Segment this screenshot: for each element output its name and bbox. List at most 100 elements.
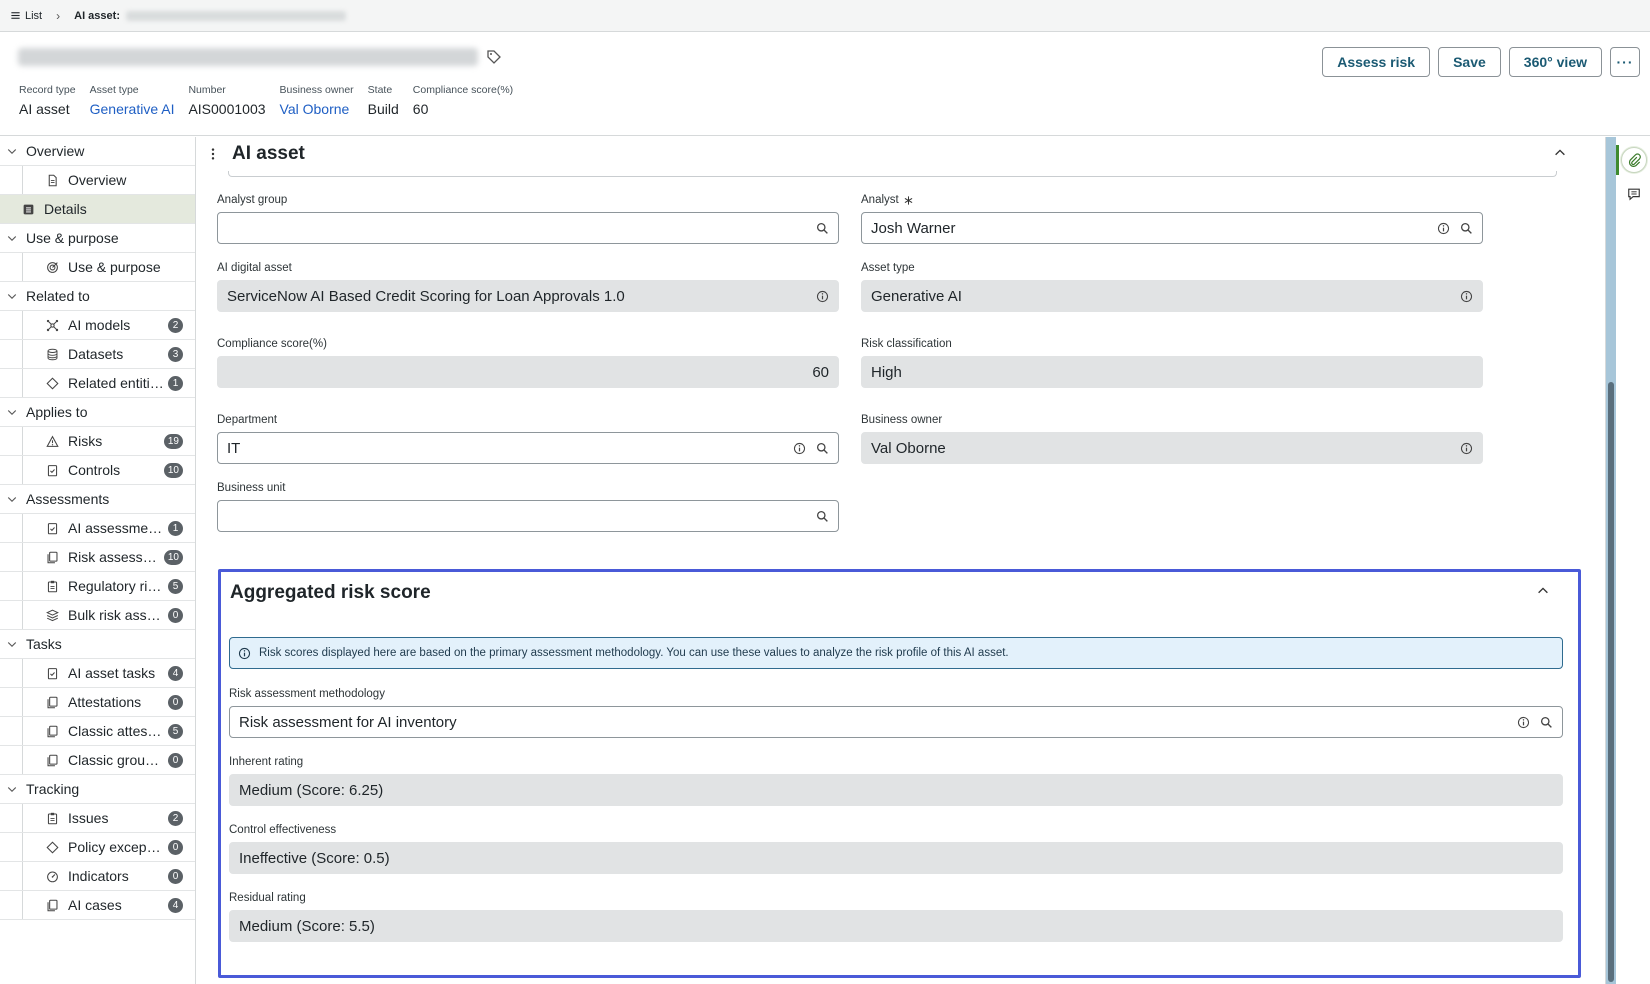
menu-icon bbox=[10, 10, 21, 21]
search-icon[interactable] bbox=[816, 222, 829, 235]
field-label: Control effectiveness bbox=[229, 824, 337, 836]
search-icon[interactable] bbox=[816, 510, 829, 523]
business-unit-input[interactable] bbox=[217, 500, 839, 532]
sidebar-item-policy-excepti[interactable]: Policy excepti... 0 bbox=[0, 833, 195, 862]
sidebar-group-applies-to[interactable]: Applies to bbox=[0, 398, 195, 427]
sidebar-group-tracking[interactable]: Tracking bbox=[0, 775, 195, 804]
meta-label: Asset type bbox=[89, 84, 139, 96]
sidebar-item-risk-assessm[interactable]: Risk assessm... 10 bbox=[0, 543, 195, 572]
nav-indent-line bbox=[22, 659, 23, 687]
sidebar-item-attestations[interactable]: Attestations 0 bbox=[0, 688, 195, 717]
search-icon[interactable] bbox=[1460, 222, 1473, 235]
field-label-row: Analyst bbox=[861, 193, 1483, 207]
info-icon[interactable] bbox=[1437, 222, 1450, 235]
main-scrollbar[interactable] bbox=[1606, 137, 1616, 984]
tag-icon[interactable] bbox=[486, 49, 502, 65]
copy-icon bbox=[46, 696, 59, 709]
nav-indent-line bbox=[22, 601, 23, 629]
checklist-icon bbox=[46, 522, 59, 535]
sidebar-item-label: Classic attesta... bbox=[68, 723, 164, 739]
count-badge: 2 bbox=[168, 317, 183, 333]
info-icon[interactable] bbox=[1460, 442, 1473, 455]
field-label: Business owner bbox=[861, 414, 943, 426]
more-actions-button[interactable]: ··· bbox=[1610, 47, 1640, 77]
field-label: Asset type bbox=[861, 262, 915, 274]
copy-icon bbox=[46, 551, 59, 564]
sidebar-item-use-purpose[interactable]: Use & purpose bbox=[0, 253, 195, 282]
sidebar-group-tasks[interactable]: Tasks bbox=[0, 630, 195, 659]
sidebar-item-regulatory-ris[interactable]: Regulatory ris... 5 bbox=[0, 572, 195, 601]
sidebar-item-overview[interactable]: Overview bbox=[0, 166, 195, 195]
chevron-up-icon[interactable] bbox=[1553, 146, 1567, 160]
search-icon[interactable] bbox=[1540, 716, 1553, 729]
sidebar-item-label: Controls bbox=[68, 462, 121, 478]
sidebar-group-assessments[interactable]: Assessments bbox=[0, 485, 195, 514]
analyst-group-input[interactable] bbox=[217, 212, 839, 244]
sidebar-item-label: Classic groupe... bbox=[68, 752, 164, 768]
sidebar-item-risks[interactable]: Risks 19 bbox=[0, 427, 195, 456]
sidebar-item-ai-asset-tasks[interactable]: AI asset tasks 4 bbox=[0, 659, 195, 688]
sidebar-item-bulk-risk-asses[interactable]: Bulk risk asses... 0 bbox=[0, 601, 195, 630]
ai-asset-section-header: AI asset bbox=[197, 137, 1589, 171]
sidebar-item-ai-assessments[interactable]: AI assessments 1 bbox=[0, 514, 195, 543]
nav-indent-line bbox=[22, 340, 23, 368]
risk-methodology-input[interactable]: Risk assessment for AI inventory bbox=[229, 706, 1563, 738]
sidebar-group-overview[interactable]: Overview bbox=[0, 137, 195, 166]
sidebar-item-controls[interactable]: Controls 10 bbox=[0, 456, 195, 485]
sidebar-item-details[interactable]: Details bbox=[0, 195, 195, 224]
info-icon[interactable] bbox=[816, 290, 829, 303]
chevron-up-icon[interactable] bbox=[1536, 584, 1550, 598]
meta-value: AI asset bbox=[19, 101, 70, 117]
save-button[interactable]: Save bbox=[1438, 47, 1501, 77]
assess-risk-button[interactable]: Assess risk bbox=[1322, 47, 1431, 77]
sidebar-item-classic-groupe[interactable]: Classic groupe... 0 bbox=[0, 746, 195, 775]
chevron-down-icon bbox=[6, 638, 18, 650]
department-input[interactable]: IT bbox=[217, 432, 839, 464]
asset-type-input: Generative AI bbox=[861, 280, 1483, 312]
risk-classification-field: Risk classification High bbox=[861, 337, 1483, 388]
analyst-input[interactable]: Josh Warner bbox=[861, 212, 1483, 244]
count-badge: 0 bbox=[168, 868, 183, 884]
field-value: ServiceNow AI Based Credit Scoring for L… bbox=[227, 287, 625, 305]
meta-value: 60 bbox=[412, 101, 429, 117]
count-badge: 10 bbox=[163, 462, 183, 478]
info-icon[interactable] bbox=[1517, 716, 1530, 729]
info-icon[interactable] bbox=[1460, 290, 1473, 303]
chevron-down-icon bbox=[6, 406, 18, 418]
section-menu-icon[interactable] bbox=[206, 146, 220, 162]
sidebar-item-indicators[interactable]: Indicators 0 bbox=[0, 862, 195, 891]
meta-record-type: Record type AI asset bbox=[19, 84, 76, 117]
sidebar-item-ai-cases[interactable]: AI cases 4 bbox=[0, 891, 195, 920]
info-icon[interactable] bbox=[793, 442, 806, 455]
breadcrumb-list-link[interactable]: List bbox=[10, 10, 42, 22]
field-value: Medium (Score: 6.25) bbox=[239, 781, 384, 799]
sidebar-item-label: AI models bbox=[68, 317, 131, 333]
checklist-icon bbox=[46, 667, 59, 680]
sidebar-group-label: Assessments bbox=[26, 491, 110, 507]
sidebar-item-datasets[interactable]: Datasets 3 bbox=[0, 340, 195, 369]
main-content: AI asset Analyst group Analyst Josh Warn… bbox=[197, 137, 1605, 984]
record-title-redacted bbox=[18, 48, 478, 66]
scrollbar-thumb[interactable] bbox=[1608, 382, 1614, 982]
compliance-score-input: 60 bbox=[217, 356, 839, 388]
attachments-button[interactable] bbox=[1621, 147, 1647, 173]
field-label: Risk classification bbox=[861, 338, 952, 350]
sidebar-item-classic-attesta[interactable]: Classic attesta... 5 bbox=[0, 717, 195, 746]
meta-value[interactable]: Generative AI bbox=[90, 101, 175, 117]
breadcrumb-current: AI asset: bbox=[74, 9, 120, 22]
search-icon[interactable] bbox=[816, 442, 829, 455]
nav-indent-line bbox=[22, 804, 23, 832]
view-360-button[interactable]: 360° view bbox=[1508, 47, 1602, 77]
info-banner: Risk scores displayed here are based on … bbox=[229, 637, 1563, 669]
sidebar-group-use-purpose[interactable]: Use & purpose bbox=[0, 224, 195, 253]
sidebar-item-label: Risks bbox=[68, 433, 103, 449]
sidebar-group-related-to[interactable]: Related to bbox=[0, 282, 195, 311]
sidebar-item-ai-models[interactable]: AI models 2 bbox=[0, 311, 195, 340]
comments-button[interactable] bbox=[1621, 181, 1647, 207]
sidebar-item-label: Details bbox=[44, 201, 87, 217]
chat-icon bbox=[1627, 187, 1641, 201]
sidebar-item-related-entities[interactable]: Related entities 1 bbox=[0, 369, 195, 398]
meta-value[interactable]: Val Oborne bbox=[280, 101, 354, 117]
sidebar-item-issues[interactable]: Issues 2 bbox=[0, 804, 195, 833]
nav-indent-line bbox=[22, 688, 23, 716]
